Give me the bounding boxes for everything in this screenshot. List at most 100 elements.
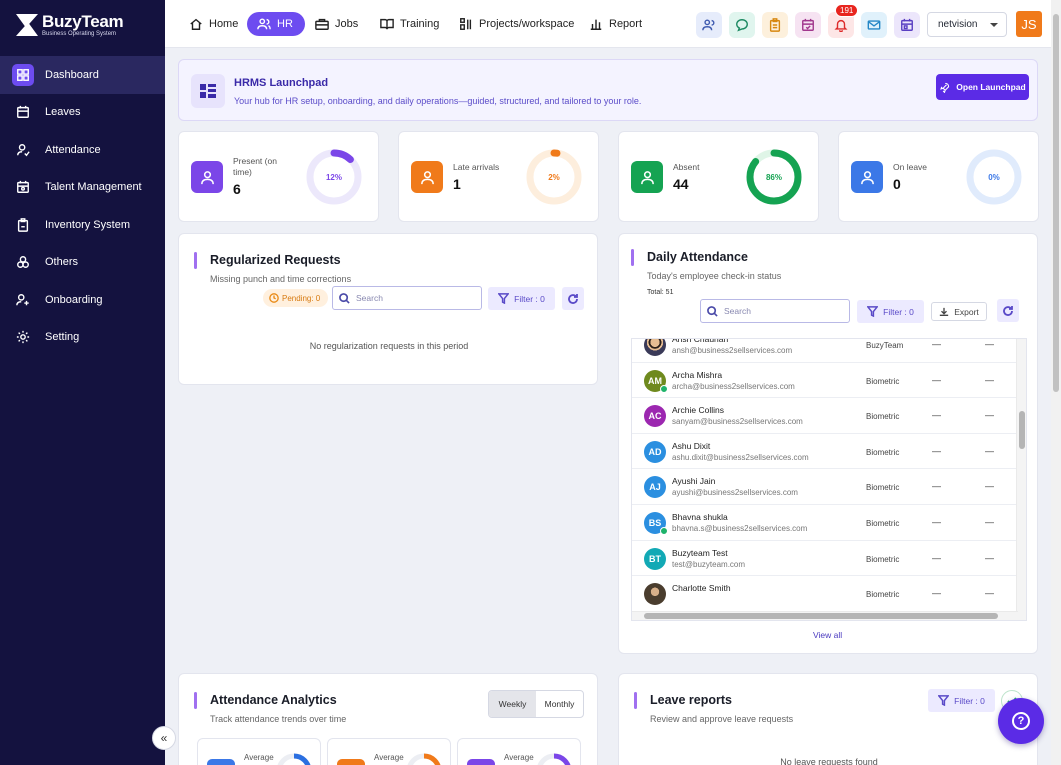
open-launchpad-button[interactable]: Open Launchpad — [936, 74, 1029, 100]
team-button[interactable] — [696, 12, 722, 38]
calendar-event-button[interactable] — [894, 12, 920, 38]
employee-email: ansh@business2sellservices.com — [672, 346, 793, 355]
stat-card-present-on-time[interactable]: Present (on time) 6 12% — [178, 131, 379, 222]
stat-card-absent[interactable]: Absent 44 86% — [618, 131, 819, 222]
tab-projects-workspace[interactable]: Projects/workspace — [459, 12, 574, 36]
verified-badge-icon — [660, 526, 668, 535]
bell-button[interactable]: 191 — [828, 4, 859, 38]
analytics-mini-card[interactable]: Average — [327, 738, 451, 765]
stat-percent: 12% — [325, 172, 342, 182]
sidebar-item-setting[interactable]: Setting — [0, 319, 165, 357]
check-in: — — [932, 339, 941, 349]
stat-label: Absent — [673, 162, 700, 172]
tab-label: Report — [609, 18, 643, 30]
regularized-title: Regularized Requests — [210, 253, 341, 267]
sidebar-item-dashboard[interactable]: Dashboard — [0, 56, 165, 94]
attendance-row[interactable]: AJ Ayushi Jain ayushi@business2sellservice… — [632, 469, 1018, 505]
tab-hr[interactable]: HR — [247, 12, 305, 36]
avatar-initials: AC — [648, 411, 662, 422]
sidebar-item-others[interactable]: Others — [0, 244, 165, 282]
analytics-mini-card[interactable]: Average — [197, 738, 321, 765]
regularized-filter-button[interactable]: Filter : 0 — [488, 287, 555, 310]
list-horizontal-scrollbar[interactable] — [632, 611, 1018, 620]
weekly-toggle[interactable]: Weekly — [489, 691, 536, 717]
stat-card-late-arrivals[interactable]: Late arrivals 1 2% — [398, 131, 599, 222]
user-icon — [411, 161, 443, 193]
leave-filter-button[interactable]: Filter : 0 — [928, 689, 995, 712]
clipboard-list-button[interactable] — [762, 12, 788, 38]
export-button[interactable]: Export — [931, 302, 987, 321]
list-horizontal-thumb[interactable] — [644, 613, 998, 619]
analytics-mini-card[interactable]: Average — [457, 738, 581, 765]
attendance-row[interactable]: BT Buzyteam Test test@buzyteam.com Biometri… — [632, 541, 1018, 577]
daily-search[interactable] — [700, 299, 850, 323]
daily-search-input[interactable] — [724, 306, 849, 316]
view-all-link[interactable]: View all — [813, 630, 842, 640]
tab-training[interactable]: Training — [380, 12, 439, 36]
user-avatar[interactable]: JS — [1016, 11, 1042, 37]
gear-icon — [16, 331, 30, 344]
daily-subtitle: Today's employee check-in status — [647, 271, 782, 281]
attendance-row[interactable]: AM Archa Mishra archa@business2sellservice… — [632, 363, 1018, 399]
mail-button[interactable] — [861, 12, 887, 38]
attendance-row[interactable]: AC Archie Collins sanyam@business2sellserv… — [632, 398, 1018, 434]
sidebar-item-attendance[interactable]: Attendance — [0, 131, 165, 169]
avatar: AM — [644, 369, 668, 393]
chat-button[interactable] — [729, 12, 755, 38]
avatar — [644, 339, 666, 356]
sidebar-item-label: Setting — [45, 331, 80, 344]
page-scrollbar[interactable] — [1051, 0, 1061, 765]
stat-card-on-leave[interactable]: On leave 0 0% — [838, 131, 1039, 222]
sidebar-item-leaves[interactable]: Leaves — [0, 94, 165, 132]
punch-source: Biometric — [866, 447, 900, 457]
regularized-search[interactable] — [332, 286, 482, 310]
calendar-icon-wrap — [12, 101, 34, 123]
monthly-toggle[interactable]: Monthly — [536, 691, 583, 717]
open-launchpad-label: Open Launchpad — [956, 82, 1026, 92]
launchpad-subtitle: Your hub for HR setup, onboarding, and d… — [234, 96, 642, 106]
employee-name: Bhavna shukla — [672, 511, 728, 522]
list-vertical-thumb[interactable] — [1019, 411, 1025, 449]
attendance-row[interactable]: Ansh Chauhan ansh@business2sellservices.c… — [632, 339, 1018, 363]
collapse-sidebar-button[interactable]: « — [152, 726, 176, 750]
regularized-refresh-button[interactable] — [562, 287, 584, 310]
sidebar-item-inventory-system[interactable]: Inventory System — [0, 206, 165, 244]
stat-percent: 86% — [765, 172, 782, 182]
tab-label: Projects/workspace — [479, 18, 575, 30]
stat-label: Late arrivals — [453, 162, 500, 172]
regularized-search-input[interactable] — [356, 293, 481, 303]
sidebar-item-onboarding[interactable]: Onboarding — [0, 281, 165, 319]
sidebar-item-talent-management[interactable]: Talent Management — [0, 169, 165, 207]
tab-jobs[interactable]: Jobs — [315, 12, 358, 36]
tab-label: Training — [400, 18, 440, 30]
daily-filter-button[interactable]: Filter : 0 — [857, 300, 924, 323]
tab-home[interactable]: Home — [189, 12, 238, 36]
pending-badge[interactable]: Pending: 0 — [263, 289, 329, 307]
help-button[interactable]: ? — [998, 698, 1044, 744]
attendance-row[interactable]: Charlotte Smith Biometric — — — [632, 576, 1018, 612]
tab-report[interactable]: Report — [589, 12, 642, 36]
attendance-row[interactable]: AD Ashu Dixit ashu.dixit@business2sellserv… — [632, 434, 1018, 470]
notification-badge: 191 — [835, 4, 859, 17]
page-scrollbar-thumb[interactable] — [1053, 14, 1059, 392]
mail-icon — [867, 20, 881, 30]
user-plus-icon-wrap — [12, 289, 34, 311]
attendance-list[interactable]: Ansh Chauhan ansh@business2sellservices.c… — [631, 338, 1027, 621]
mini-label: Average — [504, 753, 534, 762]
brand-logo[interactable]: BuzyTeam Business Operating System — [0, 0, 165, 50]
sidebar-item-label: Onboarding — [45, 293, 103, 306]
list-vertical-scrollbar[interactable] — [1016, 339, 1026, 620]
circles-icon — [17, 256, 29, 269]
filter-icon — [938, 695, 950, 706]
user-icon — [420, 170, 434, 184]
home-icon — [190, 18, 202, 30]
daily-refresh-button[interactable] — [997, 299, 1019, 322]
user-icon — [200, 170, 214, 184]
attendance-row[interactable]: BS Bhavna shukla bhavna.s@business2sellser… — [632, 505, 1018, 541]
check-out: — — [985, 445, 994, 456]
calendar-check-button[interactable] — [795, 12, 821, 38]
employee-email: sanyam@business2sellservices.com — [672, 417, 803, 427]
org-select[interactable]: netvision — [927, 12, 1007, 37]
employee-email: ayushi@business2sellservices.com — [672, 488, 798, 498]
punch-source: Biometric — [866, 412, 900, 422]
